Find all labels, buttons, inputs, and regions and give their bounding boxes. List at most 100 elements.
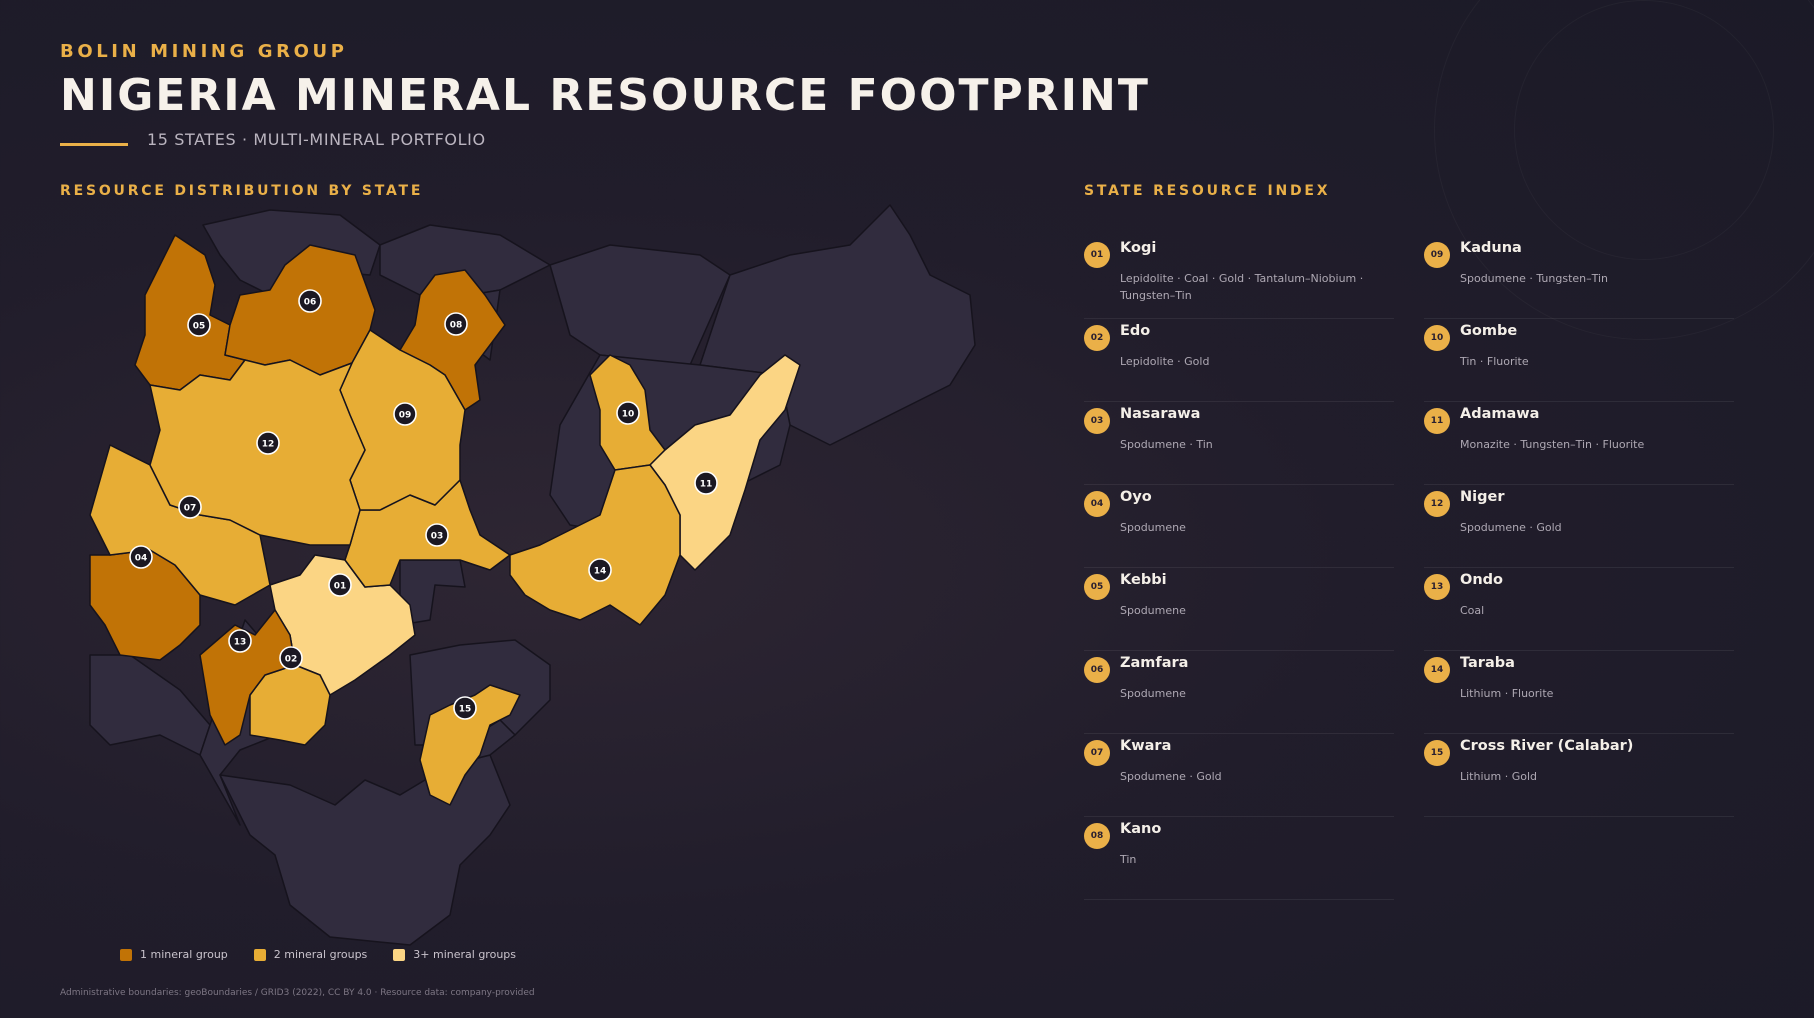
state-minerals: Coal <box>1460 604 1485 617</box>
state-region[interactable] <box>219 754 511 946</box>
state-index-item[interactable]: 04 Oyo Spodumene <box>1084 485 1394 568</box>
state-region[interactable] <box>549 244 731 366</box>
map-legend: 1 mineral group 2 mineral groups 3+ mine… <box>120 948 516 961</box>
state-marker-07[interactable]: 07 <box>178 495 202 519</box>
state-name: Kogi <box>1120 240 1157 256</box>
state-number-badge: 02 <box>1084 325 1110 351</box>
legend-item: 2 mineral groups <box>253 948 368 961</box>
state-marker-08[interactable]: 08 <box>444 312 468 336</box>
state-index-item[interactable]: 13 Ondo Coal <box>1424 568 1734 651</box>
state-index-item[interactable]: 03 Nasarawa Spodumene · Tin <box>1084 402 1394 485</box>
state-region[interactable] <box>89 654 211 756</box>
state-minerals: Spodumene · Tin <box>1120 438 1213 451</box>
legend-swatch-tier1 <box>120 948 132 961</box>
state-marker-03[interactable]: 03 <box>425 523 449 547</box>
marker-number: 02 <box>285 654 298 664</box>
state-minerals: Monazite · Tungsten–Tin · Fluorite <box>1460 438 1645 451</box>
map-section-label: RESOURCE DISTRIBUTION BY STATE <box>60 183 424 199</box>
state-name: Niger <box>1460 489 1505 505</box>
marker-number: 14 <box>594 566 607 576</box>
state-name: Gombe <box>1460 323 1518 339</box>
state-name: Kebbi <box>1120 572 1167 588</box>
state-number-badge: 15 <box>1424 740 1450 766</box>
legend-item: 1 mineral group <box>120 948 228 961</box>
state-index-item[interactable]: 15 Cross River (Calabar) Lithium · Gold <box>1424 734 1734 817</box>
state-minerals: Spodumene <box>1120 687 1186 700</box>
state-minerals: Lepidolite · Gold <box>1120 355 1210 368</box>
state-index-item[interactable]: 12 Niger Spodumene · Gold <box>1424 485 1734 568</box>
state-marker-09[interactable]: 09 <box>393 402 417 426</box>
background-ring <box>1514 0 1774 260</box>
state-index-item[interactable]: 05 Kebbi Spodumene <box>1084 568 1394 651</box>
state-index-item[interactable]: 08 Kano Tin <box>1084 817 1394 900</box>
state-name: Kaduna <box>1460 240 1522 256</box>
state-minerals: Spodumene <box>1120 521 1186 534</box>
state-marker-10[interactable]: 10 <box>616 401 640 425</box>
state-marker-04[interactable]: 04 <box>129 545 153 569</box>
state-number-badge: 05 <box>1084 574 1110 600</box>
company-name: BOLIN MINING GROUP <box>60 41 348 62</box>
state-marker-15[interactable]: 15 <box>453 696 477 720</box>
state-marker-01[interactable]: 01 <box>328 573 352 597</box>
state-index-item[interactable]: 01 Kogi Lepidolite · Coal · Gold · Tantalu… <box>1084 236 1394 319</box>
state-number-badge: 11 <box>1424 408 1450 434</box>
state-number-badge: 06 <box>1084 657 1110 683</box>
state-name: Kwara <box>1120 738 1172 754</box>
state-number-badge: 13 <box>1424 574 1450 600</box>
page-subtitle: 15 STATES · MULTI-MINERAL PORTFOLIO <box>147 130 486 149</box>
state-marker-12[interactable]: 12 <box>256 431 280 455</box>
state-index-item[interactable]: 07 Kwara Spodumene · Gold <box>1084 734 1394 817</box>
marker-number: 07 <box>184 503 197 513</box>
page-title: NIGERIA MINERAL RESOURCE FOOTPRINT <box>60 70 1150 121</box>
marker-number: 12 <box>262 439 275 449</box>
state-name: Adamawa <box>1460 406 1540 422</box>
legend-label: 2 mineral groups <box>273 948 368 961</box>
state-name: Ondo <box>1460 572 1503 588</box>
state-number-badge: 08 <box>1084 823 1110 849</box>
state-number-badge: 14 <box>1424 657 1450 683</box>
state-index-item[interactable]: 10 Gombe Tin · Fluorite <box>1424 319 1734 402</box>
state-number-badge: 01 <box>1084 242 1110 268</box>
state-number-badge: 10 <box>1424 325 1450 351</box>
marker-number: 06 <box>304 297 317 307</box>
marker-number: 05 <box>193 321 206 331</box>
state-index-item[interactable]: 14 Taraba Lithium · Fluorite <box>1424 651 1734 734</box>
state-number-badge: 12 <box>1424 491 1450 517</box>
state-minerals: Spodumene <box>1120 604 1186 617</box>
marker-number: 04 <box>135 553 148 563</box>
state-marker-13[interactable]: 13 <box>228 629 252 653</box>
state-number-badge: 04 <box>1084 491 1110 517</box>
state-number-badge: 07 <box>1084 740 1110 766</box>
state-name: Edo <box>1120 323 1151 339</box>
state-name: Zamfara <box>1120 655 1189 671</box>
state-marker-05[interactable]: 05 <box>187 313 211 337</box>
source-note: Administrative boundaries: geoBoundaries… <box>60 988 535 998</box>
state-number-badge: 03 <box>1084 408 1110 434</box>
state-index-item[interactable]: 11 Adamawa Monazite · Tungsten–Tin · Fluor… <box>1424 402 1734 485</box>
legend-swatch-tier3 <box>393 948 406 961</box>
state-name: Taraba <box>1460 655 1515 671</box>
state-index-item[interactable]: 02 Edo Lepidolite · Gold <box>1084 319 1394 402</box>
state-marker-14[interactable]: 14 <box>588 558 612 582</box>
title-rule <box>60 143 128 146</box>
state-index-column-right: 09 Kaduna Spodumene · Tungsten–Tin 10 Gombe T… <box>1424 236 1734 817</box>
state-marker-11[interactable]: 11 <box>694 471 718 495</box>
state-minerals: Tin · Fluorite <box>1460 355 1529 368</box>
marker-number: 03 <box>431 531 444 541</box>
marker-number: 08 <box>450 320 463 330</box>
state-name: Kano <box>1120 821 1162 837</box>
marker-number: 10 <box>622 409 635 419</box>
state-minerals: Lepidolite · Coal · Gold · Tantalum–Niob… <box>1120 272 1364 302</box>
marker-number: 13 <box>234 637 247 647</box>
legend-swatch-tier2 <box>253 948 266 961</box>
marker-number: 01 <box>334 581 347 591</box>
state-index-item[interactable]: 09 Kaduna Spodumene · Tungsten–Tin <box>1424 236 1734 319</box>
index-section-label: STATE RESOURCE INDEX <box>1084 183 1331 199</box>
state-minerals: Spodumene · Tungsten–Tin <box>1460 272 1609 285</box>
legend-label: 3+ mineral groups <box>413 948 516 961</box>
state-name: Oyo <box>1120 489 1152 505</box>
nigeria-state-map[interactable]: 01 02 03 04 05 06 07 08 09 10 11 12 13 14 15 <box>89 204 990 946</box>
state-index-item[interactable]: 06 Zamfara Spodumene <box>1084 651 1394 734</box>
state-marker-02[interactable]: 02 <box>279 646 303 670</box>
state-marker-06[interactable]: 06 <box>298 289 322 313</box>
